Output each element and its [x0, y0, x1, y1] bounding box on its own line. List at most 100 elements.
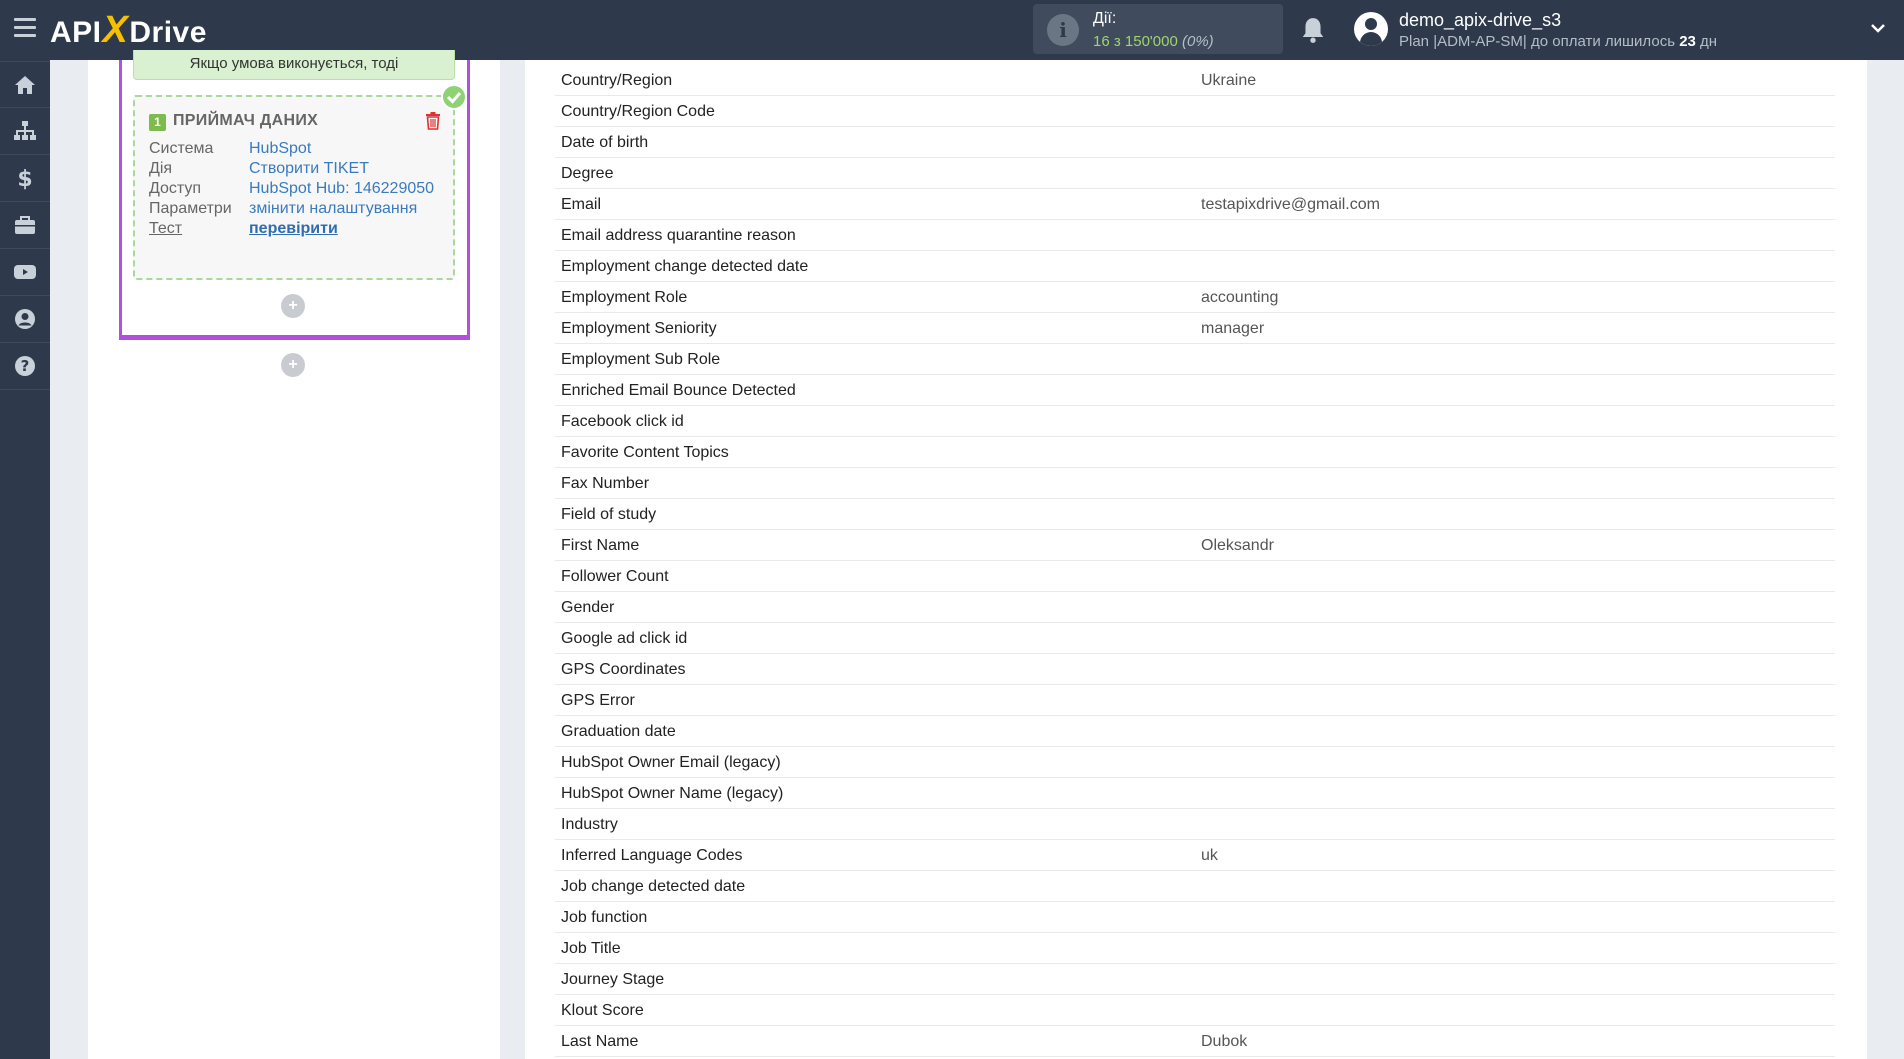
params-value[interactable]: змінити налаштування	[249, 200, 417, 218]
field-name: Country/Region	[561, 72, 673, 89]
dollar-icon: $	[17, 167, 32, 190]
table-row: Employment Seniority manager	[555, 313, 1835, 344]
field-name: Klout Score	[561, 1002, 644, 1019]
field-name: Employment change detected date	[561, 258, 809, 275]
system-value[interactable]: HubSpot	[249, 140, 311, 158]
field-name: Country/Region Code	[561, 103, 715, 120]
field-name: Employment Seniority	[561, 320, 717, 337]
system-label: Система	[149, 140, 214, 157]
field-name: Gender	[561, 599, 615, 616]
table-row: Employment Role accounting	[555, 282, 1835, 313]
action-value[interactable]: Створити TIKET	[249, 160, 369, 178]
step-number: 1	[149, 114, 166, 131]
test-link[interactable]: перевірити	[249, 220, 338, 238]
access-label: Доступ	[149, 180, 202, 197]
field-name: Degree	[561, 165, 614, 182]
condition-bar: Якщо умова виконується, тоді	[133, 50, 455, 80]
check-icon	[441, 84, 467, 110]
briefcase-icon	[15, 216, 35, 234]
menu-icon[interactable]	[14, 18, 36, 38]
field-name: Enriched Email Bounce Detected	[561, 382, 796, 399]
field-name: Email address quarantine reason	[561, 227, 796, 244]
table-row: Industry	[555, 809, 1835, 840]
logo[interactable]: APIXDrive	[50, 10, 207, 50]
table-row: Field of study	[555, 499, 1835, 530]
table-row: Employment Sub Role	[555, 344, 1835, 375]
svg-text:?: ?	[21, 357, 30, 375]
table-row: Enriched Email Bounce Detected	[555, 375, 1835, 406]
field-name: Graduation date	[561, 723, 676, 740]
field-value: testapixdrive@gmail.com	[1201, 196, 1380, 213]
field-name: First Name	[561, 537, 640, 554]
table-row: Job change detected date	[555, 871, 1835, 902]
field-name: HubSpot Owner Email (legacy)	[561, 754, 781, 771]
table-row: Employment change detected date	[555, 251, 1835, 282]
sidebar-item-help[interactable]: ?	[0, 343, 50, 390]
field-name: HubSpot Owner Name (legacy)	[561, 785, 784, 802]
field-name: Email	[561, 196, 602, 213]
test-label: Тест	[149, 220, 183, 237]
user-circle-icon	[15, 309, 35, 329]
field-value: Oleksandr	[1201, 537, 1274, 554]
table-row: Email testapixdrive@gmail.com	[555, 189, 1835, 220]
receiver-title: ПРИЙМАЧ ДАНИХ	[173, 112, 319, 129]
table-row: Last Name Dubok	[555, 1026, 1835, 1057]
sitemap-icon	[14, 121, 36, 140]
table-row: Date of birth	[555, 127, 1835, 158]
actions-count: 16 з 150'000 (0%)	[1093, 33, 1214, 50]
field-name: Job function	[561, 909, 648, 926]
field-name: Fax Number	[561, 475, 650, 492]
bell-icon[interactable]	[1300, 16, 1326, 44]
table-row: Job Title	[555, 933, 1835, 964]
table-row: Facebook click id	[555, 406, 1835, 437]
table-row: Degree	[555, 158, 1835, 189]
table-row: Email address quarantine reason	[555, 220, 1835, 251]
avatar[interactable]	[1354, 12, 1388, 46]
field-value: uk	[1201, 847, 1218, 864]
field-name: Inferred Language Codes	[561, 847, 743, 864]
svg-text:$: $	[17, 167, 32, 190]
trash-icon[interactable]	[425, 112, 441, 130]
access-value[interactable]: HubSpot Hub: 146229050	[249, 180, 434, 198]
action-label: Дія	[149, 160, 173, 177]
field-name: Google ad click id	[561, 630, 688, 647]
field-value: manager	[1201, 320, 1265, 337]
table-row: Job function	[555, 902, 1835, 933]
table-row: Follower Count	[555, 561, 1835, 592]
table-row: First Name Oleksandr	[555, 530, 1835, 561]
add-step-inner-button[interactable]: +	[281, 294, 305, 318]
info-icon: i	[1047, 14, 1079, 46]
add-step-button[interactable]: +	[281, 353, 305, 377]
home-icon	[15, 75, 35, 94]
sidebar-item-home[interactable]	[0, 61, 50, 108]
table-row: Graduation date	[555, 716, 1835, 747]
field-name: GPS Coordinates	[561, 661, 686, 678]
sidebar-item-account[interactable]	[0, 296, 50, 343]
field-name: Employment Role	[561, 289, 688, 306]
actions-counter[interactable]: i Дії: 16 з 150'000 (0%)	[1033, 4, 1283, 54]
sidebar-item-tools[interactable]	[0, 202, 50, 249]
field-name: Job change detected date	[561, 878, 746, 895]
table-row: Google ad click id	[555, 623, 1835, 654]
table-row: GPS Coordinates	[555, 654, 1835, 685]
table-row: Country/Region Code	[555, 96, 1835, 127]
field-name: Follower Count	[561, 568, 669, 585]
sidebar-item-billing[interactable]: $	[0, 155, 50, 202]
sidebar-item-video[interactable]	[0, 249, 50, 296]
field-name: Favorite Content Topics	[561, 444, 729, 461]
chevron-down-icon[interactable]	[1870, 20, 1886, 36]
table-row: Inferred Language Codes uk	[555, 840, 1835, 871]
table-row: Country/Region Ukraine	[555, 65, 1835, 96]
table-row: HubSpot Owner Name (legacy)	[555, 778, 1835, 809]
field-value: accounting	[1201, 289, 1279, 306]
sidebar: $ ?	[0, 60, 50, 1059]
field-name: Facebook click id	[561, 413, 684, 430]
table-row: GPS Error	[555, 685, 1835, 716]
field-name: Last Name	[561, 1033, 639, 1050]
field-name: Employment Sub Role	[561, 351, 721, 368]
field-value: Dubok	[1201, 1033, 1248, 1050]
table-row: HubSpot Owner Email (legacy)	[555, 747, 1835, 778]
sidebar-item-connections[interactable]	[0, 108, 50, 155]
user-name[interactable]: demo_apix-drive_s3	[1399, 10, 1561, 31]
youtube-icon	[14, 265, 36, 279]
